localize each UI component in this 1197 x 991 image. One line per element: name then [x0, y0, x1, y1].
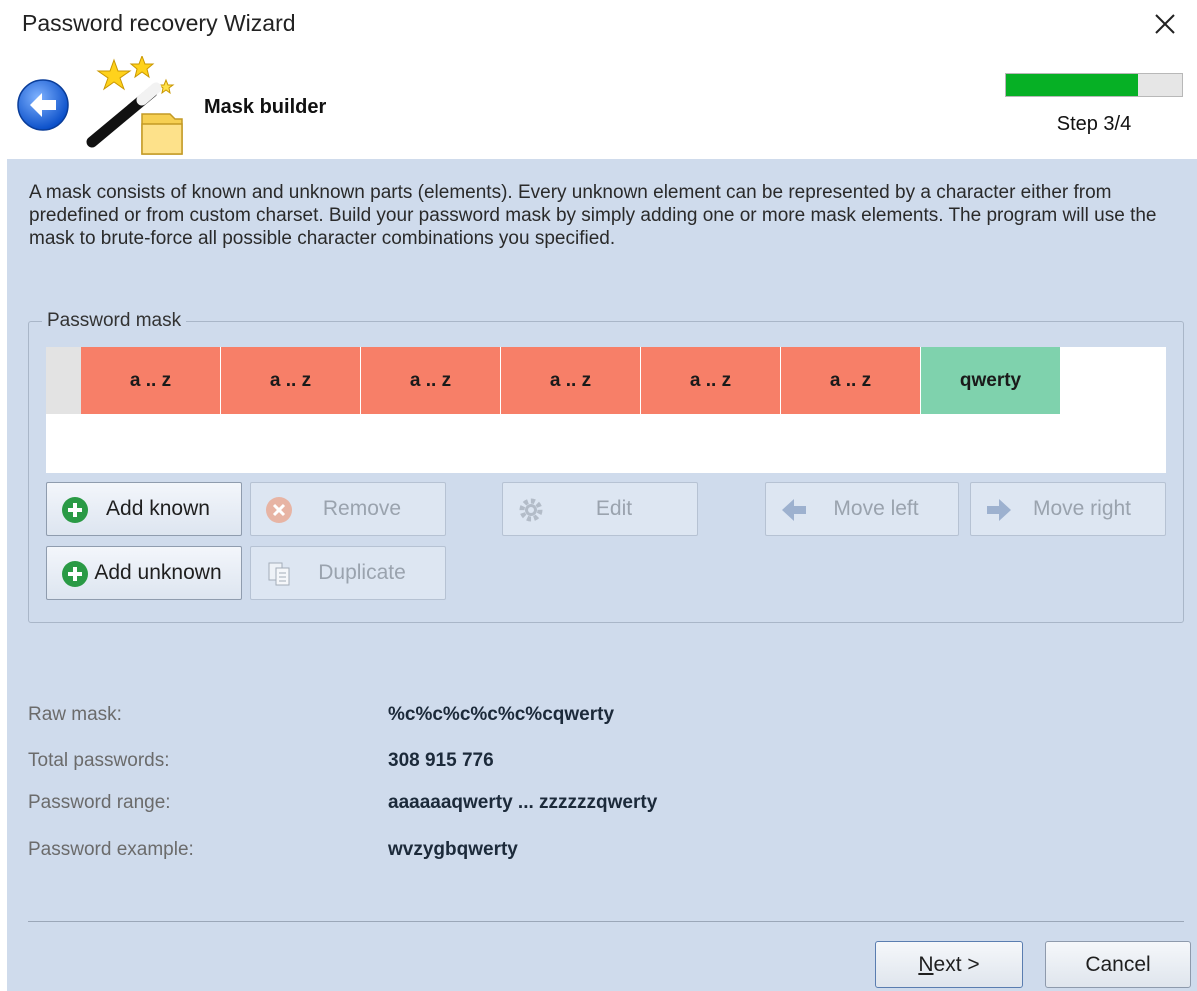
mask-element-unknown[interactable]: a .. z — [81, 347, 220, 414]
next-label: Next > — [918, 952, 980, 976]
back-arrow-icon — [17, 79, 69, 131]
raw-mask-label: Raw mask: — [28, 704, 122, 725]
edit-label: Edit — [595, 497, 633, 520]
wizard-progress-bar — [1005, 73, 1183, 97]
add-known-button[interactable]: Add known — [46, 482, 242, 536]
total-passwords-label: Total passwords: — [28, 750, 170, 771]
mask-element-unknown[interactable]: a .. z — [501, 347, 640, 414]
step-indicator: Step 3/4 — [1056, 113, 1132, 135]
add-unknown-label: Add unknown — [94, 561, 222, 584]
mask-element-unknown[interactable]: a .. z — [641, 347, 780, 414]
move-left-label: Move left — [833, 497, 919, 520]
password-example-label: Password example: — [28, 839, 194, 860]
duplicate-button[interactable]: Duplicate — [250, 546, 446, 600]
mask-row-header — [46, 347, 81, 414]
total-passwords-value: 308 915 776 — [388, 750, 494, 771]
add-unknown-button[interactable]: Add unknown — [46, 546, 242, 600]
mask-elements: a .. za .. za .. za .. za .. za .. z qwer… — [81, 347, 1061, 414]
mask-editor[interactable]: a .. za .. za .. za .. za .. za .. z qwer… — [46, 347, 1166, 473]
mask-element-unknown[interactable]: a .. z — [361, 347, 500, 414]
footer-separator — [28, 921, 1184, 922]
cancel-label: Cancel — [1085, 952, 1151, 976]
page-title: Mask builder — [204, 96, 327, 118]
duplicate-label: Duplicate — [318, 561, 406, 584]
remove-button[interactable]: Remove — [250, 482, 446, 536]
back-button[interactable] — [16, 78, 70, 132]
close-button[interactable] — [1143, 4, 1187, 44]
title-bar: Password recovery Wizard — [0, 0, 1197, 50]
password-range-value: aaaaaaqwerty ... zzzzzzqwerty — [388, 792, 658, 813]
cancel-button[interactable]: Cancel — [1045, 941, 1191, 988]
password-range-label: Password range: — [28, 792, 171, 813]
mask-element-known[interactable]: qwerty — [921, 347, 1060, 414]
raw-mask-value: %c%c%c%c%c%cqwerty — [388, 704, 615, 725]
next-button[interactable]: Next > — [875, 941, 1023, 988]
description-text: A mask consists of known and unknown par… — [29, 182, 1157, 249]
mask-element-unknown[interactable]: a .. z — [781, 347, 920, 414]
close-icon — [1155, 14, 1175, 34]
window-title: Password recovery Wizard — [22, 10, 296, 36]
mask-element-unknown[interactable]: a .. z — [221, 347, 360, 414]
move-right-button[interactable]: Move right — [970, 482, 1166, 536]
magic-wand-folder-icon — [80, 54, 190, 156]
remove-label: Remove — [322, 497, 402, 520]
content-panel: A mask consists of known and unknown par… — [7, 159, 1197, 991]
edit-button[interactable]: Edit — [502, 482, 698, 536]
password-example-value: wvzygbqwerty — [388, 839, 518, 860]
progress-fill — [1006, 74, 1138, 96]
move-right-label: Move right — [1032, 497, 1132, 520]
wizard-header: Mask builder Step 3/4 — [0, 50, 1197, 159]
password-mask-label: Password mask — [42, 310, 187, 332]
move-left-button[interactable]: Move left — [765, 482, 959, 536]
add-known-label: Add known — [106, 497, 210, 520]
